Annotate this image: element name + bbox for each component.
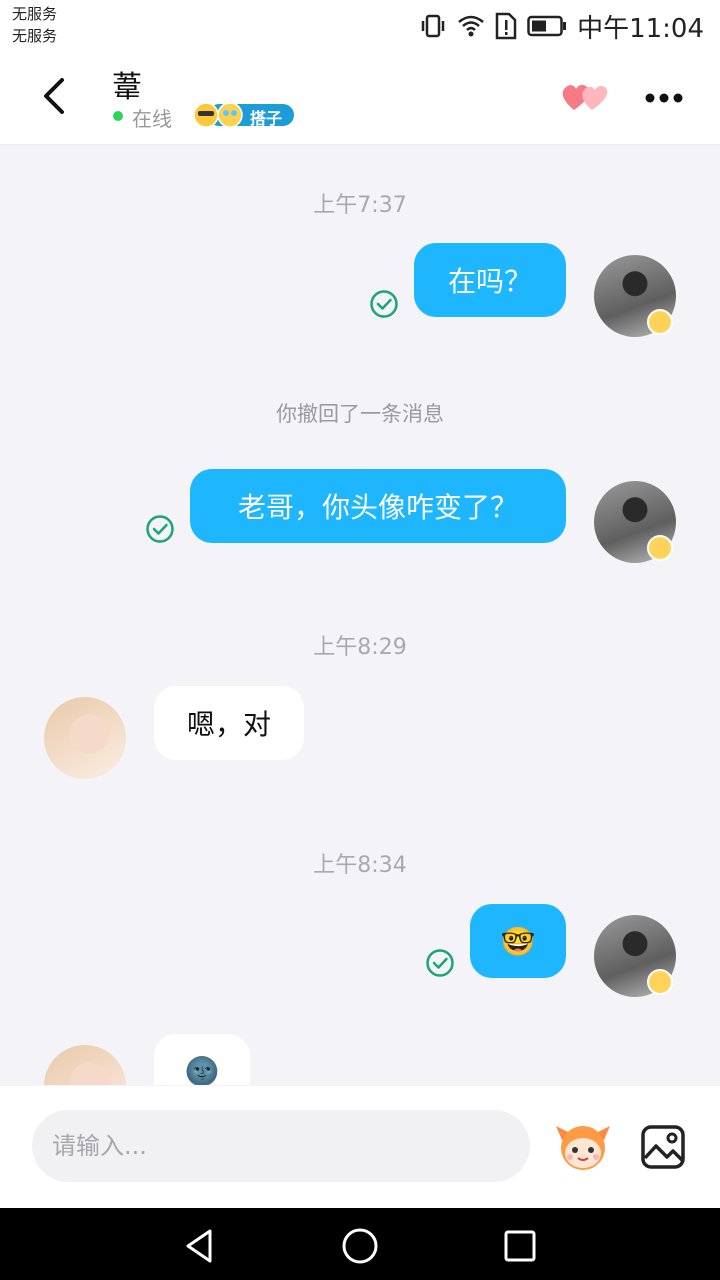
message-composer	[0, 1086, 720, 1208]
status-time: 中午11:04	[577, 13, 704, 44]
online-status-text: 在线	[132, 107, 172, 131]
hearts-icon[interactable]	[560, 80, 610, 114]
outgoing-emoji-bubble[interactable]: 🤓	[470, 904, 566, 978]
buddy-badge-label: 搭子	[250, 109, 283, 128]
battery-icon	[527, 15, 567, 37]
nav-recents-button[interactable]	[500, 1226, 540, 1266]
image-picker-icon[interactable]	[640, 1124, 686, 1170]
contact-avatar[interactable]	[44, 697, 126, 779]
wifi-icon	[458, 15, 484, 37]
incoming-message-bubble[interactable]: 嗯，对	[154, 686, 304, 760]
chat-header: 葦 在线 搭子	[0, 52, 720, 145]
chat-message-list[interactable]: 上午7:37 在吗？ 你撤回了一条消息 老哥，你头像咋变了？ 上午8:29 嗯，…	[0, 145, 720, 1085]
read-check-icon	[426, 949, 454, 977]
carrier-label-2: 无服务	[12, 27, 58, 45]
nav-back-button[interactable]	[180, 1226, 220, 1266]
message-timestamp: 上午7:37	[313, 193, 407, 218]
status-bar: 无服务 无服务 中午11:04	[0, 0, 720, 52]
outgoing-message-bubble[interactable]: 在吗？	[414, 243, 566, 317]
avatar-sticker-icon	[647, 535, 673, 561]
avatar-sticker-icon	[647, 969, 673, 995]
online-status-dot	[113, 111, 123, 121]
outgoing-message-bubble[interactable]: 老哥，你头像咋变了？	[190, 469, 566, 543]
read-check-icon	[146, 515, 174, 543]
system-notice: 你撤回了一条消息	[276, 402, 444, 426]
nav-home-button[interactable]	[340, 1226, 380, 1266]
contact-avatar[interactable]	[44, 1045, 126, 1085]
avatar-sticker-icon	[647, 309, 673, 335]
message-input[interactable]	[32, 1110, 530, 1182]
message-timestamp: 上午8:29	[313, 635, 407, 660]
message-timestamp: 上午8:34	[313, 853, 407, 878]
incoming-emoji-bubble[interactable]: 🌚	[154, 1034, 250, 1085]
more-options-icon[interactable]	[640, 78, 688, 118]
read-check-icon	[370, 290, 398, 318]
sim-alert-icon	[495, 12, 517, 40]
emoji-mascot-icon[interactable]	[554, 1120, 612, 1174]
vibrate-icon	[421, 14, 445, 38]
contact-name[interactable]: 葦	[112, 62, 142, 106]
system-nav-bar	[0, 1208, 720, 1280]
back-button[interactable]	[36, 74, 76, 118]
carrier-label-1: 无服务	[12, 5, 58, 23]
